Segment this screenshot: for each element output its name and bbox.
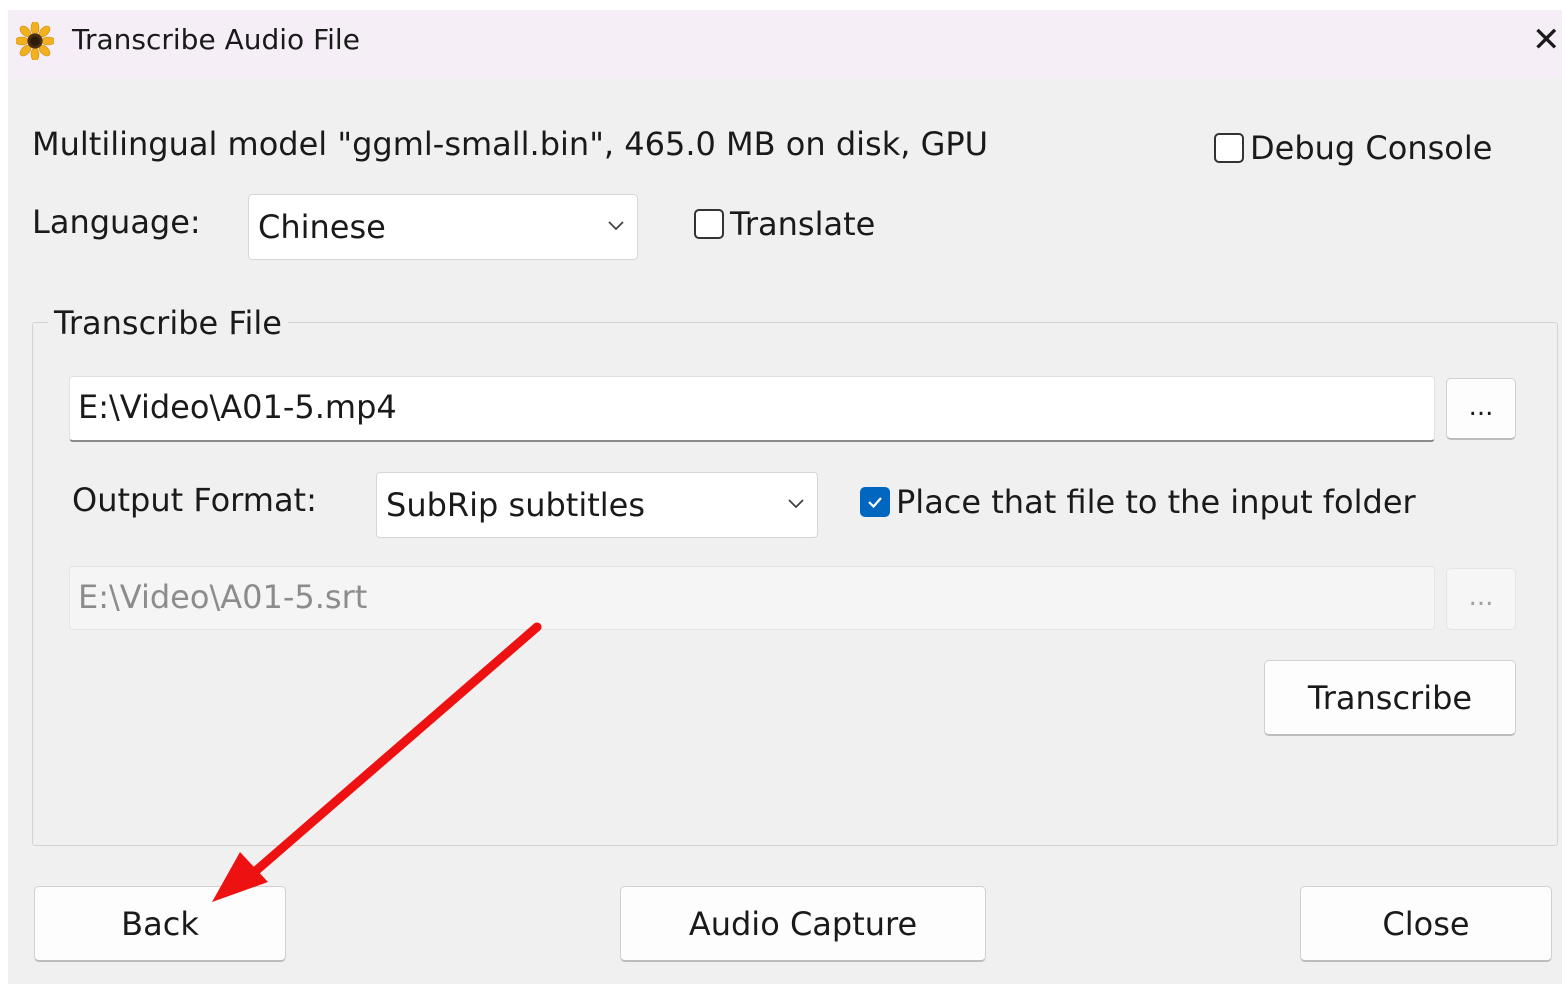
browse-output-button: ... (1446, 568, 1516, 630)
debug-console-label: Debug Console (1250, 129, 1493, 167)
sunflower-icon (16, 22, 54, 60)
place-in-input-folder-checkbox[interactable]: Place that file to the input folder (860, 482, 1416, 522)
output-format-value: SubRip subtitles (386, 486, 646, 524)
checkmark-icon (868, 497, 882, 509)
translate-checkbox[interactable]: Translate (694, 204, 875, 244)
back-button[interactable]: Back (34, 886, 286, 962)
output-format-dropdown[interactable]: SubRip subtitles (376, 472, 818, 538)
chevron-down-icon (788, 499, 804, 509)
transcribe-button[interactable]: Transcribe (1264, 660, 1516, 736)
input-file-value: E:\Video\A01-5.mp4 (78, 388, 397, 426)
output-file-field: E:\Video\A01-5.srt (69, 566, 1435, 630)
language-label: Language: (32, 203, 201, 241)
model-info-label: Multilingual model "ggml-small.bin", 465… (32, 125, 989, 163)
output-format-label: Output Format: (72, 481, 317, 519)
debug-console-checkbox-box[interactable] (1214, 133, 1244, 163)
output-file-value: E:\Video\A01-5.srt (78, 578, 368, 616)
translate-checkbox-box[interactable] (694, 209, 724, 239)
input-file-field[interactable]: E:\Video\A01-5.mp4 (69, 376, 1435, 442)
translate-label: Translate (730, 205, 876, 243)
browse-input-button[interactable]: ... (1446, 378, 1516, 440)
chevron-down-icon (608, 221, 624, 231)
window-title: Transcribe Audio File (72, 23, 360, 56)
transcribe-audio-dialog: Transcribe Audio File ✕ Multilingual mod… (8, 10, 1562, 984)
close-icon[interactable]: ✕ (1532, 20, 1562, 60)
browse-input-label: ... (1468, 391, 1494, 422)
debug-console-checkbox[interactable]: Debug Console (1214, 128, 1492, 168)
language-dropdown[interactable]: Chinese (248, 194, 638, 260)
audio-capture-button[interactable]: Audio Capture (620, 886, 986, 962)
transcribe-file-group-title: Transcribe File (48, 303, 288, 343)
place-in-input-folder-label: Place that file to the input folder (896, 483, 1416, 521)
title-bar: Transcribe Audio File ✕ (8, 10, 1562, 78)
browse-output-label: ... (1468, 582, 1494, 612)
close-button[interactable]: Close (1300, 886, 1552, 962)
language-value: Chinese (258, 208, 386, 246)
place-in-input-folder-checkbox-box[interactable] (860, 487, 890, 517)
